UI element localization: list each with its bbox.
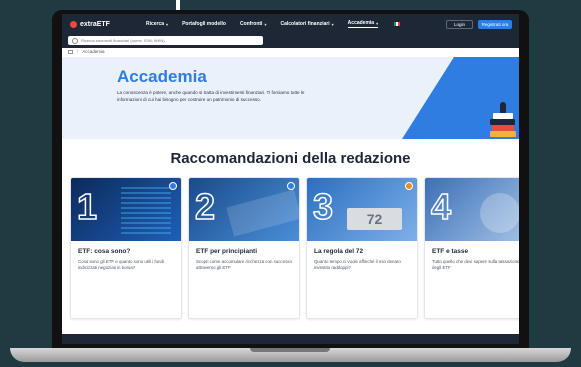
- nav-item-label: Ricerca: [145, 21, 165, 27]
- search-bar-row: [62, 34, 519, 48]
- language-flag-button[interactable]: [392, 20, 401, 28]
- breadcrumb: / Accademia: [68, 49, 105, 54]
- article-card[interactable]: 4 ETF e tasse Tutto quello che devi sape…: [424, 177, 519, 319]
- card-image: 1: [71, 178, 181, 241]
- nav-item-label: Confronti: [239, 21, 263, 27]
- card-number: 3: [312, 185, 334, 228]
- chevron-down-icon: ▾: [376, 20, 379, 26]
- card-image: 4: [425, 178, 519, 241]
- nav-item-confronti[interactable]: Confronti ▾: [240, 20, 267, 28]
- card-title: La regola del 72: [314, 248, 364, 255]
- card-number: 4: [430, 185, 452, 228]
- nav-item-label: Calcolatori finanziari: [280, 21, 330, 27]
- card-description: Quanto tempo ci vuole affinché il mio de…: [314, 259, 401, 271]
- card-image: 72 3: [307, 178, 417, 241]
- card-title: ETF per principianti: [196, 248, 258, 255]
- card-title: ETF e tasse: [432, 248, 469, 255]
- search-input[interactable]: [81, 38, 251, 43]
- category-badge-icon: [287, 182, 295, 190]
- logo-text: extraETF: [80, 20, 110, 28]
- top-navbar: extraETF Ricerca ▾ Portafogli modello Con…: [62, 14, 519, 34]
- card-number: 1: [76, 185, 98, 228]
- card-description: Scopri come accumulare ricchezza con suc…: [196, 259, 292, 271]
- search-icon: [72, 37, 78, 44]
- chevron-down-icon: ▾: [331, 21, 334, 27]
- article-card[interactable]: 72 3 La regola del 72 Quanto tempo ci vu…: [306, 177, 418, 319]
- search-box: [68, 36, 263, 45]
- breadcrumb-separator: /: [77, 49, 79, 54]
- nav-item-label: Accademia: [347, 20, 375, 26]
- nav-item-label: Portafogli modello: [182, 21, 226, 27]
- card-image: 2: [189, 178, 299, 241]
- chevron-down-icon: ▾: [166, 21, 169, 27]
- hero-description: La conoscenza è potere, anche quando si …: [117, 90, 305, 102]
- laptop-notch: [250, 348, 330, 352]
- card-image-decoration: 72: [347, 208, 402, 230]
- nav-item-calcolatori[interactable]: Calcolatori finanziari ▾: [280, 20, 333, 28]
- section-title: Raccomandazioni della redazione: [170, 150, 411, 167]
- register-button[interactable]: Registrati ora: [478, 20, 512, 29]
- nav-menu: Ricerca ▾ Portafogli modello Confronti ▾ C…: [146, 20, 414, 28]
- chevron-down-icon: ▾: [264, 21, 267, 27]
- nav-item-ricerca[interactable]: Ricerca ▾: [146, 20, 168, 28]
- card-number: 2: [194, 185, 216, 228]
- page-footer-strip: [62, 334, 519, 344]
- card-title: ETF: cosa sono?: [78, 248, 131, 255]
- nav-item-portafogli[interactable]: Portafogli modello: [182, 20, 226, 28]
- category-badge-icon: [405, 182, 413, 190]
- italy-flag-icon: [394, 22, 401, 26]
- card-description: Tutto quello che devi sapere sulla tassa…: [432, 259, 519, 271]
- nav-item-accademia[interactable]: Accademia ▾: [347, 20, 379, 28]
- category-badge-icon: [169, 182, 177, 190]
- card-description: Cosa sono gli ETF e quanto sono utili i …: [78, 259, 164, 271]
- breadcrumb-current: Accademia: [82, 49, 105, 54]
- home-icon[interactable]: [68, 49, 73, 54]
- logo-icon: [70, 20, 77, 28]
- page-title: Accademia: [117, 67, 207, 86]
- books-illustration: [490, 102, 516, 137]
- browser-screen: extraETF Ricerca ▾ Portafogli modello Con…: [62, 14, 519, 344]
- article-card[interactable]: 1 ETF: cosa sono? Cosa sono gli ETF e qu…: [70, 177, 182, 319]
- logo[interactable]: extraETF: [70, 20, 110, 28]
- hero-banner: Accademia La conoscenza è potere, anche …: [62, 57, 519, 139]
- login-button[interactable]: Login: [446, 20, 473, 29]
- article-card[interactable]: 2 ETF per principianti Scopri come accum…: [188, 177, 300, 319]
